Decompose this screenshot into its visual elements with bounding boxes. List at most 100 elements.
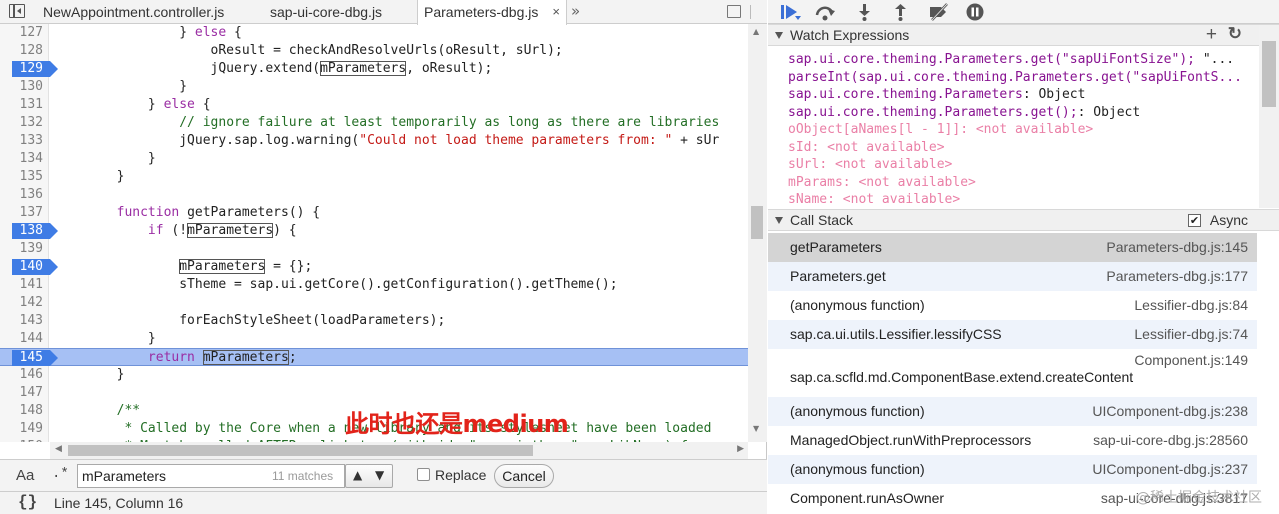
line-number[interactable]: 148 (0, 402, 43, 420)
line-number[interactable]: 134 (0, 150, 43, 168)
scroll-up-icon[interactable]: ▲ (753, 27, 759, 36)
watch-expression[interactable]: sap.ui.core.theming.Parameters.get();: O… (788, 104, 1258, 121)
code-line[interactable]: 145 return mParameters; (0, 348, 750, 366)
step-over-button[interactable] (810, 0, 836, 24)
cancel-button[interactable]: Cancel (494, 464, 554, 488)
code-line[interactable]: 142 (0, 294, 750, 312)
line-number[interactable]: 146 (0, 366, 43, 384)
line-number[interactable]: 149 (0, 420, 43, 438)
call-frame-location[interactable]: Parameters-dbg.js:145 (1106, 239, 1248, 255)
code-line[interactable]: 132 // ignore failure at least temporari… (0, 114, 750, 132)
line-number[interactable]: 150 (0, 438, 43, 442)
scroll-left-icon[interactable]: ◀ (55, 444, 62, 454)
tab-parameters-dbg[interactable]: Parameters-dbg.js × (417, 0, 567, 25)
code-line[interactable]: 136 (0, 186, 750, 204)
line-number[interactable]: 142 (0, 294, 43, 312)
call-frame-location[interactable]: UIComponent-dbg.js:238 (1092, 403, 1248, 419)
call-frame[interactable]: Parameters.get Parameters-dbg.js:177 (768, 262, 1257, 291)
call-frame-location[interactable]: Component.js:149 (1134, 352, 1248, 368)
pause-on-exceptions-button[interactable] (961, 0, 987, 24)
tab-newappointment-controller[interactable]: NewAppointment.controller.js (37, 0, 230, 24)
more-tabs-icon[interactable]: » (571, 0, 580, 24)
line-number[interactable]: 137 (0, 204, 43, 222)
scroll-right-icon[interactable]: ▶ (737, 444, 744, 454)
code-line[interactable]: 129 jQuery.extend(mParameters, oResult); (0, 60, 750, 78)
replace-checkbox[interactable] (417, 468, 430, 481)
code-line[interactable]: 147 (0, 384, 750, 402)
code-line[interactable]: 139 (0, 240, 750, 258)
watch-expression[interactable]: sId: <not available> (788, 139, 1258, 156)
call-frame[interactable]: sap.ca.ui.utils.Lessifier.lessifyCSS Less… (768, 320, 1257, 349)
code-line[interactable]: 144 } (0, 330, 750, 348)
scroll-thumb[interactable] (751, 206, 763, 239)
scroll-thumb[interactable] (68, 445, 533, 456)
call-frame-location[interactable]: sap-ui-core-dbg.js:28560 (1093, 432, 1248, 448)
code-line[interactable]: 133 jQuery.sap.log.warning("Could not lo… (0, 132, 750, 150)
call-frame-location[interactable]: Lessifier-dbg.js:84 (1134, 297, 1248, 313)
call-frame[interactable]: (anonymous function) UIComponent-dbg.js:2… (768, 455, 1257, 484)
line-number[interactable]: 128 (0, 42, 43, 60)
tab-sap-ui-core-dbg[interactable]: sap-ui-core-dbg.js (264, 0, 388, 24)
code-line[interactable]: 137 function getParameters() { (0, 204, 750, 222)
line-number[interactable]: 141 (0, 276, 43, 294)
call-frame[interactable]: getParameters Parameters-dbg.js:145 (768, 233, 1257, 262)
code-line[interactable]: 135 } (0, 168, 750, 186)
refresh-watch-icon[interactable]: ↻ (1228, 24, 1242, 44)
line-number[interactable]: 135 (0, 168, 43, 186)
code-line[interactable]: 143 forEachStyleSheet(loadParameters); (0, 312, 750, 330)
call-stack-header[interactable]: Call Stack ✔ Async (768, 209, 1279, 231)
watch-expression[interactable]: sName: <not available> (788, 191, 1258, 207)
watch-expression[interactable]: sap.ui.core.theming.Parameters: Object (788, 86, 1258, 103)
call-frame[interactable]: (anonymous function) Lessifier-dbg.js:84 (768, 291, 1257, 320)
code-line[interactable]: 130 } (0, 78, 750, 96)
line-number[interactable]: 147 (0, 384, 43, 402)
code-editor[interactable]: 127 } else {128 oResult = checkAndResolv… (0, 24, 767, 442)
line-number[interactable]: 145 (0, 349, 43, 367)
step-out-button[interactable] (886, 0, 912, 24)
resume-button[interactable] (776, 0, 802, 24)
deactivate-breakpoints-button[interactable] (923, 0, 949, 24)
scroll-thumb[interactable] (1262, 41, 1276, 107)
line-number[interactable]: 133 (0, 132, 43, 150)
scroll-down-icon[interactable]: ▼ (753, 424, 759, 433)
match-case-toggle[interactable]: Aa (16, 467, 34, 484)
watch-expression[interactable]: mParams: <not available> (788, 174, 1258, 191)
code-line[interactable]: 138 if (!mParameters) { (0, 222, 750, 240)
line-number[interactable]: 132 (0, 114, 43, 132)
code-line[interactable]: 140 mParameters = {}; (0, 258, 750, 276)
code-line[interactable]: 131 } else { (0, 96, 750, 114)
call-frame[interactable]: (anonymous function) UIComponent-dbg.js:2… (768, 397, 1257, 426)
find-previous-button[interactable]: ▲ (353, 468, 362, 482)
line-number[interactable]: 130 (0, 78, 43, 96)
call-frame-location[interactable]: UIComponent-dbg.js:237 (1092, 461, 1248, 477)
pretty-print-button[interactable]: {} (18, 493, 37, 511)
async-checkbox[interactable]: ✔ (1188, 214, 1201, 227)
line-number[interactable]: 127 (0, 24, 43, 42)
step-into-button[interactable] (850, 0, 876, 24)
code-line[interactable]: 128 oResult = checkAndResolveUrls(oResul… (0, 42, 750, 60)
line-number[interactable]: 144 (0, 330, 43, 348)
line-number[interactable]: 139 (0, 240, 43, 258)
toggle-navigator-icon[interactable] (9, 4, 25, 18)
line-number[interactable]: 140 (0, 258, 43, 276)
code-line[interactable]: 141 sTheme = sap.ui.getCore().getConfigu… (0, 276, 750, 294)
close-tab-icon[interactable]: × (552, 0, 560, 24)
line-number[interactable]: 143 (0, 312, 43, 330)
code-line[interactable]: 134 } (0, 150, 750, 168)
editor-horizontal-scrollbar[interactable]: ◀ ▶ (50, 442, 748, 459)
line-number[interactable]: 131 (0, 96, 43, 114)
watch-expression[interactable]: oObject[aNames[l - 1]]: <not available> (788, 121, 1258, 138)
call-frame[interactable]: sap.ca.scfld.md.ComponentBase.extend.cre… (768, 349, 1257, 388)
watch-expression[interactable]: sUrl: <not available> (788, 156, 1258, 173)
line-number[interactable]: 129 (0, 60, 43, 78)
call-frame-location[interactable]: Lessifier-dbg.js:74 (1134, 326, 1248, 342)
code-line[interactable]: 127 } else { (0, 24, 750, 42)
watch-scrollbar[interactable] (1259, 25, 1279, 208)
watch-expression[interactable]: parseInt(sap.ui.core.theming.Parameters.… (788, 69, 1258, 86)
line-number[interactable]: 136 (0, 186, 43, 204)
line-number[interactable]: 138 (0, 222, 43, 240)
call-frame-location[interactable]: Parameters-dbg.js:177 (1106, 268, 1248, 284)
watch-expressions-header[interactable]: Watch Expressions + ↻ (768, 24, 1279, 46)
editor-vertical-scrollbar[interactable]: ▲ ▼ (748, 24, 767, 442)
add-watch-icon[interactable]: + (1206, 24, 1217, 46)
